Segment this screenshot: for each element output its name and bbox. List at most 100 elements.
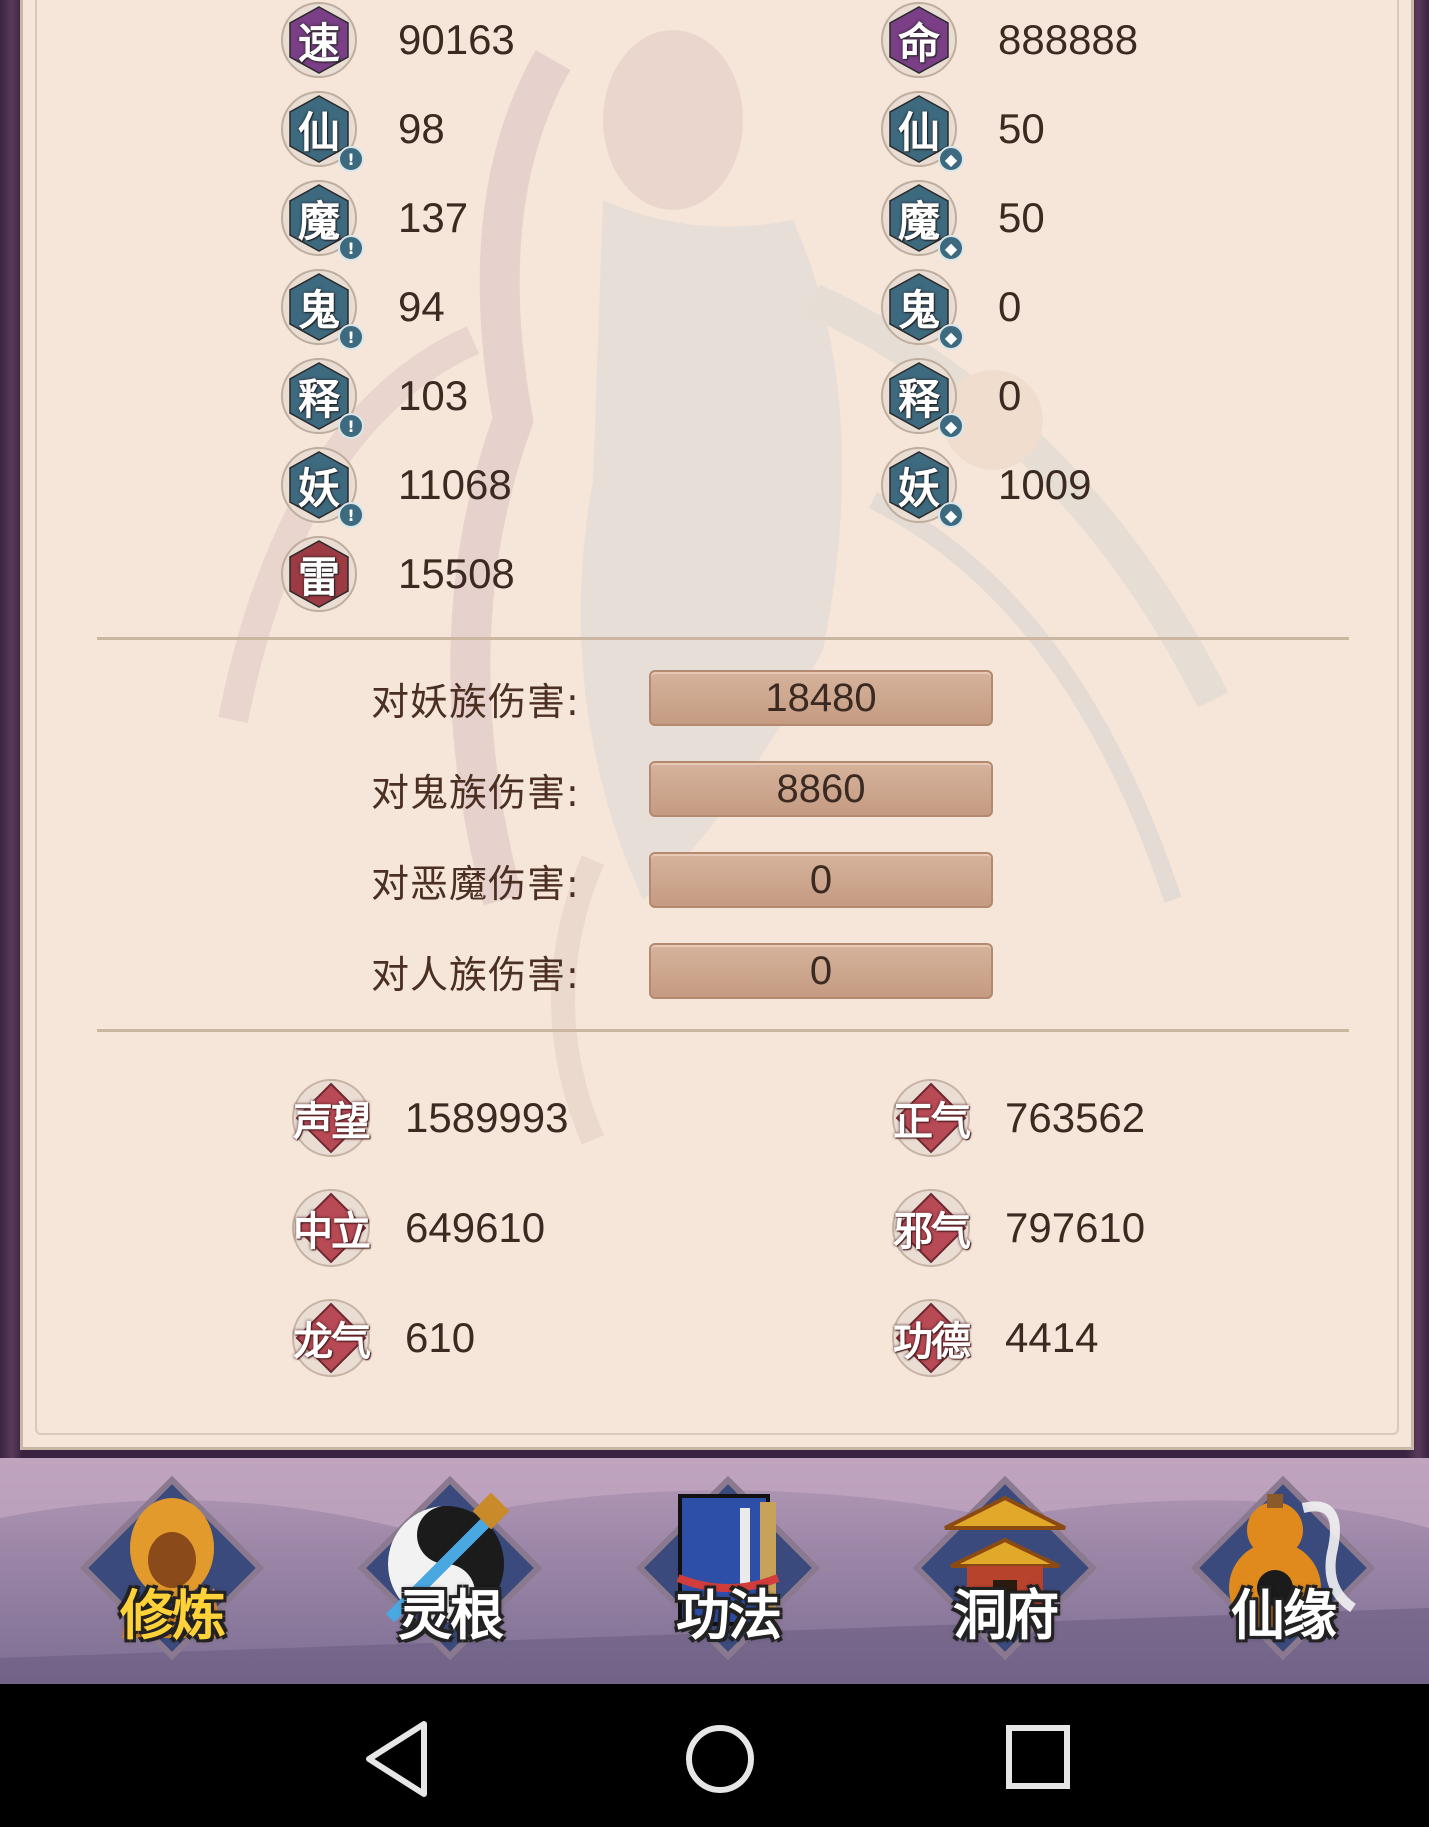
stat-row: 妖 ◆ 1009: [880, 445, 1092, 528]
stat-value: 888888: [998, 16, 1139, 63]
stat-value: 98: [398, 105, 445, 152]
reputation-row: 邪气 797610: [883, 1188, 1145, 1268]
reputation-diamond-icon[interactable]: 声望: [283, 1078, 379, 1158]
nav-gongfa-label: 功法: [676, 1584, 782, 1647]
reputation-row: 声望 1589993: [283, 1078, 569, 1158]
stat-row: 释 ◆ 0: [880, 356, 1022, 439]
nav-linggen-label: 灵根: [398, 1584, 504, 1647]
reputation-value: 649610: [405, 1204, 546, 1251]
damage-value-box: 8860: [649, 761, 993, 817]
stat-element-icon[interactable]: 魔!: [280, 179, 364, 261]
stat-value: 15508: [398, 550, 515, 597]
reputation-value: 1589993: [405, 1094, 569, 1141]
stat-icon-glyph: 命: [897, 18, 940, 68]
stat-value: 1009: [998, 461, 1092, 508]
reputation-row: 龙气 610: [283, 1298, 475, 1378]
stat-element-icon[interactable]: 妖 ◆: [880, 446, 964, 528]
stat-row: 速 90163: [280, 0, 515, 80]
damage-value-box: 18480: [649, 670, 993, 726]
home-icon[interactable]: [675, 1714, 765, 1804]
stat-value: 0: [998, 283, 1022, 330]
stat-icon-glyph: 速: [297, 18, 340, 68]
reputation-value: 763562: [1005, 1094, 1146, 1141]
defense-badge-icon: ◆: [938, 324, 964, 350]
stat-value: 0: [998, 372, 1022, 419]
nav-xiulian-button[interactable]: 修炼: [72, 1468, 272, 1678]
reputation-value: 610: [405, 1314, 476, 1361]
stat-row: 魔! 137: [280, 178, 469, 261]
stat-value: 94: [398, 283, 445, 330]
defense-badge-icon: ◆: [938, 146, 964, 172]
nav-gongfa-button[interactable]: 功法: [628, 1468, 828, 1678]
stat-value: 90163: [398, 16, 515, 63]
stat-element-icon[interactable]: 魔 ◆: [880, 179, 964, 261]
stat-row: 魔 ◆ 50: [880, 178, 1045, 261]
stat-element-icon[interactable]: 仙 ◆: [880, 90, 964, 172]
attack-badge-icon: !: [338, 502, 364, 528]
reputation-diamond-icon[interactable]: 龙气: [283, 1298, 379, 1378]
damage-label: 对人族伤害:: [371, 952, 580, 997]
stat-element-icon[interactable]: 妖!: [280, 446, 364, 528]
stat-row: 鬼 ◆ 0: [880, 267, 1022, 350]
reputation-value: 4414: [1005, 1314, 1099, 1361]
reputation-label: 中立: [293, 1208, 371, 1255]
nav-dongfu-button[interactable]: 洞府: [905, 1468, 1105, 1678]
reputation-row: 中立 649610: [283, 1188, 545, 1268]
attack-badge-icon: !: [338, 413, 364, 439]
stat-primary-icon[interactable]: 命: [880, 1, 958, 79]
damage-label: 对恶魔伤害:: [371, 861, 580, 906]
stat-primary-icon[interactable]: 速: [280, 1, 358, 79]
damage-value-box: 0: [649, 852, 993, 908]
nav-xiulian-label: 修炼: [120, 1584, 226, 1647]
defense-badge-icon: ◆: [938, 502, 964, 528]
damage-row: 对人族伤害: 0: [371, 941, 993, 1001]
stat-row: 鬼! 94: [280, 267, 445, 350]
damage-label: 对鬼族伤害:: [371, 770, 580, 815]
reputation-row: 正气 763562: [883, 1078, 1145, 1158]
reputation-diamond-icon[interactable]: 邪气: [883, 1188, 979, 1268]
nav-linggen-button[interactable]: 灵根: [350, 1468, 550, 1678]
divider-bottom: [97, 1029, 1349, 1032]
system-navigation-bar: [0, 1684, 1429, 1827]
reputation-label: 声望: [293, 1098, 371, 1145]
damage-row: 对恶魔伤害: 0: [371, 850, 993, 910]
stat-value: 50: [998, 194, 1045, 241]
defense-badge-icon: ◆: [938, 235, 964, 261]
attack-badge-icon: !: [338, 324, 364, 350]
reputation-label: 龙气: [293, 1318, 371, 1365]
reputation-diamond-icon[interactable]: 正气: [883, 1078, 979, 1158]
reputation-row: 功德 4414: [883, 1298, 1098, 1378]
reputation-label: 邪气: [893, 1208, 971, 1255]
stat-element-icon[interactable]: 仙!: [280, 90, 364, 172]
attack-badge-icon: !: [338, 235, 364, 261]
stat-row: 妖! 11068: [280, 445, 512, 528]
stat-element-icon[interactable]: 鬼 ◆: [880, 268, 964, 350]
reputation-label: 功德: [893, 1318, 971, 1365]
bottom-nav: 修炼 灵根 功法 洞府 仙缘: [0, 1458, 1429, 1684]
divider-top: [97, 637, 1349, 640]
stat-icon-glyph: 雷: [297, 552, 340, 602]
recent-apps-icon[interactable]: [995, 1714, 1085, 1804]
stat-element-icon[interactable]: 鬼!: [280, 268, 364, 350]
nav-xianyuan-label: 仙缘: [1231, 1584, 1337, 1647]
stat-element-icon[interactable]: 释 ◆: [880, 357, 964, 439]
stat-value: 137: [398, 194, 469, 241]
attribute-panel: 速 90163 仙! 98 魔! 137 鬼! 94 释! 103 妖! 11068 雷 15508 命 8…: [20, 0, 1414, 1450]
attack-badge-icon: !: [338, 146, 364, 172]
reputation-diamond-icon[interactable]: 功德: [883, 1298, 979, 1378]
stat-element-icon[interactable]: 雷: [280, 535, 358, 613]
stat-row: 雷 15508: [280, 534, 515, 614]
nav-xianyuan-button[interactable]: 仙缘: [1183, 1468, 1383, 1678]
reputation-diamond-icon[interactable]: 中立: [283, 1188, 379, 1268]
stat-value: 50: [998, 105, 1045, 152]
stat-value: 103: [398, 372, 469, 419]
reputation-value: 797610: [1005, 1204, 1146, 1251]
stat-element-icon[interactable]: 释!: [280, 357, 364, 439]
damage-label: 对妖族伤害:: [371, 679, 580, 724]
damage-row: 对妖族伤害: 18480: [371, 668, 993, 728]
defense-badge-icon: ◆: [938, 413, 964, 439]
stat-row: 释! 103: [280, 356, 469, 439]
damage-row: 对鬼族伤害: 8860: [371, 759, 993, 819]
damage-value-box: 0: [649, 943, 993, 999]
back-icon[interactable]: [354, 1714, 444, 1804]
